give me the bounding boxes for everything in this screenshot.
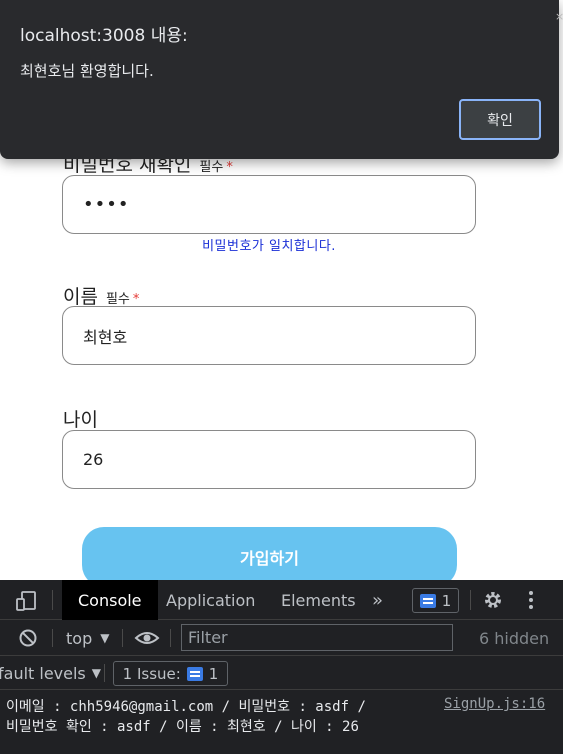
filter-input[interactable]: Filter [181, 624, 453, 651]
confirm-password-value: •••• [83, 194, 130, 215]
devtools-tabbar: Console Application Elements » 1 [0, 580, 563, 620]
chevron-down-icon: ▼ [100, 631, 110, 645]
gear-icon[interactable] [482, 589, 504, 615]
name-label: 이름 필수 * [63, 282, 139, 309]
kebab-menu-icon[interactable] [527, 590, 535, 616]
more-tabs-icon[interactable]: » [372, 580, 383, 620]
tab-elements[interactable]: Elements [281, 580, 356, 620]
age-value: 26 [83, 450, 104, 469]
issue-label: 1 Issue: [122, 664, 181, 683]
alert-title: localhost:3008 내용: [20, 26, 188, 46]
divider [52, 590, 53, 610]
name-label-text: 이름 [63, 286, 98, 308]
signup-submit-button[interactable]: 가입하기 [82, 527, 457, 587]
log-line: 이메일 : chh5946@gmail.com / 비밀번호 : asdf / [6, 699, 366, 715]
console-output: 이메일 : chh5946@gmail.com / 비밀번호 : asdf / … [0, 690, 563, 754]
divider [104, 664, 105, 682]
close-icon[interactable]: × [555, 10, 563, 23]
divider [122, 629, 123, 647]
tab-console[interactable]: Console [62, 580, 158, 620]
required-tag: 필수 * [199, 160, 232, 175]
context-label: top [66, 628, 93, 648]
filter-placeholder: Filter [188, 628, 228, 647]
divider [52, 629, 53, 647]
message-icon [419, 593, 436, 608]
age-input[interactable]: 26 [62, 430, 476, 489]
log-line: 비밀번호 확인 : asdf / 이름 : 최현호 / 나이 : 26 [6, 719, 359, 735]
log-source-link[interactable]: SignUp.js:16 [444, 696, 545, 712]
console-toolbar: top ▼ Filter 6 hidden [0, 620, 563, 656]
required-text: 필수 [199, 160, 224, 175]
chevron-down-icon: ▼ [91, 666, 101, 680]
confirm-password-input[interactable]: •••• [62, 175, 476, 234]
divider [470, 590, 471, 610]
age-label-text: 나이 [63, 409, 98, 431]
alert-message: 최현호님 환영합니다. [20, 62, 154, 80]
required-star: * [226, 160, 233, 175]
issues-counter-button[interactable]: 1 [412, 588, 459, 613]
log-levels-dropdown[interactable]: fault levels ▼ [0, 656, 101, 690]
name-input[interactable]: 최현호 [62, 306, 476, 365]
required-text: 필수 [105, 292, 130, 307]
devtools-panel: Console Application Elements » 1 top ▼ F… [0, 580, 563, 754]
levels-label: fault levels [0, 663, 86, 683]
clear-console-icon[interactable] [18, 628, 38, 652]
device-toggle-icon[interactable] [16, 590, 38, 616]
levels-bar: fault levels ▼ 1 Issue: 1 [0, 656, 563, 690]
alert-ok-button[interactable]: 확인 [459, 99, 541, 140]
issue-summary-button[interactable]: 1 Issue: 1 [113, 661, 228, 686]
issues-count: 1 [441, 591, 452, 610]
context-selector[interactable]: top ▼ [66, 620, 109, 656]
tab-application[interactable]: Application [166, 580, 255, 620]
message-icon [186, 666, 203, 681]
divider [170, 629, 171, 647]
issue-count: 1 [208, 664, 219, 683]
age-label: 나이 [63, 405, 98, 432]
required-star: * [132, 292, 140, 307]
name-value: 최현호 [83, 327, 128, 347]
hidden-count: 6 hidden [479, 628, 550, 648]
password-match-message: 비밀번호가 일치합니다. [202, 239, 336, 254]
alert-dialog: localhost:3008 내용: 최현호님 환영합니다. 확인 × [0, 0, 563, 159]
eye-icon[interactable] [134, 628, 160, 652]
required-tag: 필수 * [106, 292, 139, 307]
